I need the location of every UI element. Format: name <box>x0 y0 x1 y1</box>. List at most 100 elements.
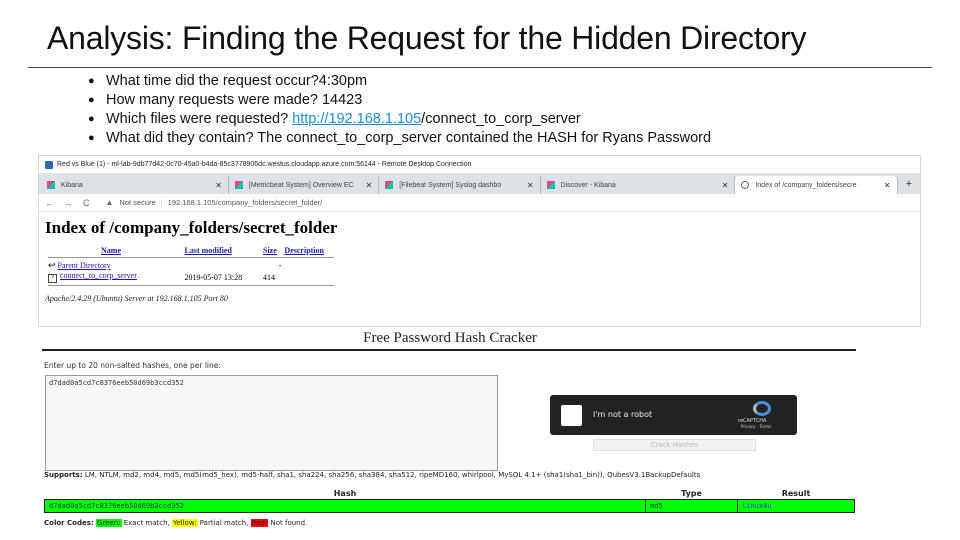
result-column-header: Result <box>781 489 811 498</box>
column-size: Size <box>260 246 284 255</box>
kibana-icon <box>47 181 55 189</box>
slide-title: Analysis: Finding the Request for the Hi… <box>47 20 807 56</box>
back-icon[interactable]: ← <box>45 198 54 208</box>
address-bar: ← → C ▲ Not secure | 192.168.1.105/compa… <box>39 194 920 212</box>
close-icon[interactable]: ✕ <box>358 181 373 190</box>
recaptcha-icon <box>753 401 771 416</box>
type-column-header: Type <box>681 489 702 498</box>
result-table: Hash Type Result d7dad0a5cd7c8376eeb50d6… <box>44 488 855 513</box>
green-code: Green: <box>95 519 122 527</box>
cracker-instructions: Enter up to 20 non-salted hashes, one pe… <box>44 361 221 370</box>
cracker-divider <box>42 349 856 351</box>
yellow-description: Partial match, <box>197 519 251 527</box>
supports-label: Supports: <box>44 471 83 479</box>
sort-name-link[interactable]: Name <box>101 246 121 255</box>
bullet-time: What time did the request occur?4:30pm <box>88 72 711 91</box>
directory-listing: Index of /company_folders/secret_folder … <box>39 212 920 307</box>
table-row: ↩ Parent Directory - <box>45 260 337 271</box>
bullet-files-suffix: /connect_to_corp_server <box>421 111 581 127</box>
tab-label: [Filebeat System] Syslog dashbo <box>399 181 502 189</box>
supports-text: LM, NTLM, md2, md4, md5, md5(md5_hex), m… <box>82 471 701 479</box>
forward-icon[interactable]: → <box>64 198 73 208</box>
sort-description-link[interactable]: Description <box>284 246 324 255</box>
file-link[interactable]: connect_to_corp_server <box>60 271 137 280</box>
tab-discover[interactable]: Discover - Kibana ✕ <box>541 176 736 194</box>
table-row: ? connect_to_corp_server 2019-05-07 13:28… <box>45 271 337 283</box>
table-row: d7dad0a5cd7c8376eeb50d69b3ccd352 md5 lin… <box>44 499 855 513</box>
server-link[interactable]: http://192.168.1.105 <box>292 111 421 127</box>
rdp-titlebar: Red vs Blue (1) - ml-lab-9db77d42-0c70-4… <box>39 156 920 174</box>
color-codes-legend: Color Codes: Green: Exact match, Yellow:… <box>44 519 307 527</box>
file-cell: ? connect_to_corp_server <box>45 271 182 283</box>
tab-kibana[interactable]: Kibana ✕ <box>41 176 229 194</box>
parent-size: - <box>278 261 282 270</box>
tab-metricbeat[interactable]: [Metricbeat System] Overview EC ✕ <box>229 176 380 194</box>
close-icon[interactable]: ✕ <box>714 181 729 190</box>
tab-label: Index of /company_folders/secre <box>755 181 857 189</box>
warning-icon[interactable]: ▲ <box>106 198 114 207</box>
red-description: Not found. <box>268 519 308 527</box>
security-label: Not secure <box>119 198 156 207</box>
tab-filebeat[interactable]: [Filebeat System] Syslog dashbo ✕ <box>379 176 541 194</box>
bullet-files-prefix: Which files were requested? <box>106 111 293 127</box>
remote-desktop-screenshot: Red vs Blue (1) - ml-lab-9db77d42-0c70-4… <box>38 155 921 327</box>
icon-column-header <box>45 246 63 255</box>
file-modified: 2019-05-07 13:28 <box>184 272 243 282</box>
close-icon[interactable]: ✕ <box>207 181 222 190</box>
result-password: linux4u <box>737 499 855 513</box>
parent-cell: ↩ Parent Directory <box>45 260 182 271</box>
url-field[interactable]: 192.168.1.105/company_folders/secret_fol… <box>168 198 323 207</box>
directory-header-row: Name Last modified Size Description <box>45 246 337 255</box>
browser-tab-bar: Kibana ✕ [Metricbeat System] Overview EC ✕… <box>39 174 920 194</box>
kibana-icon <box>234 181 243 189</box>
bullet-list: What time did the request occur?4:30pm H… <box>88 72 711 148</box>
green-description: Exact match, <box>121 519 173 527</box>
remote-desktop-icon <box>45 160 53 169</box>
column-last-modified: Last modified <box>182 246 260 255</box>
captcha-terms-link[interactable]: Privacy - Terms <box>741 424 771 429</box>
new-tab-button[interactable]: + <box>898 178 920 190</box>
parent-directory-link[interactable]: Parent Directory <box>58 261 111 270</box>
column-name: Name <box>63 246 182 255</box>
reload-icon[interactable]: C <box>83 198 90 208</box>
title-divider <box>28 67 932 68</box>
tab-label: [Metricbeat System] Overview EC <box>248 181 354 189</box>
result-type: md5 <box>645 499 738 513</box>
directory-table: Name Last modified Size Description ↩ Par… <box>45 246 337 288</box>
yellow-code: Yellow: <box>172 519 198 527</box>
kibana-icon <box>385 181 394 189</box>
hash-cracker-screenshot: Free Password Hash Cracker Enter up to 2… <box>40 329 864 529</box>
sort-size-link[interactable]: Size <box>263 246 277 255</box>
sort-modified-link[interactable]: Last modified <box>185 246 232 255</box>
close-icon[interactable]: ✕ <box>519 181 534 190</box>
tab-label: Kibana <box>61 181 83 189</box>
tab-index-of[interactable]: Index of /company_folders/secre ✕ <box>735 176 898 194</box>
bullet-contents: What did they contain? The connect_to_co… <box>88 129 711 148</box>
globe-icon <box>741 181 750 189</box>
column-description: Description <box>284 246 337 255</box>
hash-input[interactable]: d7dad0a5cd7c8376eeb50d69b3ccd352 <box>45 375 498 471</box>
result-header-row: Hash Type Result <box>45 488 855 500</box>
table-rule <box>48 257 334 258</box>
bullet-files: Which files were requested? http://192.1… <box>88 110 711 129</box>
server-footer: Apache/2.4.29 (Ubuntu) Server at 192.168… <box>45 294 228 303</box>
result-hash: d7dad0a5cd7c8376eeb50d69b3ccd352 <box>44 499 646 513</box>
parent-modified <box>182 260 260 271</box>
bullet-requests: How many requests were made? 14423 <box>88 91 711 110</box>
file-size: 414 <box>263 272 275 282</box>
cracker-title: Free Password Hash Cracker <box>363 330 537 346</box>
captcha-label: I'm not a robot <box>593 410 653 419</box>
recaptcha-widget: I'm not a robot reCAPTCHA Privacy - Term… <box>550 395 797 435</box>
parent-description <box>284 260 337 271</box>
red-code: Red: <box>250 519 269 527</box>
unknown-file-icon: ? <box>48 274 57 283</box>
hash-column-header: Hash <box>333 489 357 498</box>
crack-hashes-button[interactable]: Crack Hashes <box>593 439 756 451</box>
back-arrow-icon: ↩ <box>48 260 56 270</box>
address-separator: | <box>160 198 163 207</box>
captcha-checkbox[interactable] <box>561 405 582 426</box>
close-icon[interactable]: ✕ <box>876 181 891 190</box>
directory-heading: Index of /company_folders/secret_folder <box>45 218 338 237</box>
file-description <box>284 271 337 283</box>
table-rule <box>48 285 334 286</box>
